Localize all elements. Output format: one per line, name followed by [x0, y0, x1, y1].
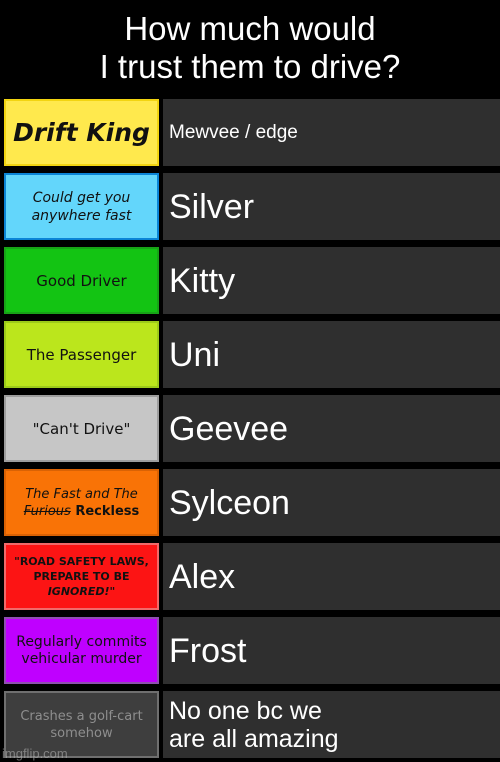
tier-row[interactable]: Could get you anywhere fast Silver — [0, 170, 500, 244]
tier-label-text: The Passenger — [26, 345, 137, 364]
tier-label-cell[interactable]: The Fast and The Furious Reckless — [0, 466, 163, 540]
tier-label-segment: " — [109, 585, 116, 598]
tier-label-box[interactable]: Drift King — [4, 99, 159, 166]
tier-label-cell[interactable]: Good Driver — [0, 244, 163, 318]
title-bar: How much would I trust them to drive? — [0, 0, 500, 96]
tier-row[interactable]: Regularly commits vehicular murder Frost — [0, 614, 500, 688]
tier-label-text: "Can't Drive" — [32, 419, 131, 438]
tier-label-box[interactable]: Could get you anywhere fast — [4, 173, 159, 240]
tier-content-text: Sylceon — [169, 483, 290, 522]
tier-content-cell[interactable]: Frost — [163, 614, 500, 688]
tier-content-box[interactable]: Mewvee / edge — [163, 99, 500, 166]
tier-content-box[interactable]: Sylceon — [163, 469, 500, 536]
tier-label-text: Could get you anywhere fast — [31, 189, 132, 224]
tier-label-box[interactable]: Regularly commits vehicular murder — [4, 617, 159, 684]
tier-label-segment: IGNORED! — [47, 585, 110, 598]
tier-label-box[interactable]: "Can't Drive" — [4, 395, 159, 462]
tier-label-text: Regularly commits vehicular murder — [16, 633, 147, 667]
tier-label-segment: Furious — [23, 503, 71, 519]
tier-label-box[interactable]: Crashes a golf-cart somehow — [4, 691, 159, 758]
tier-label-segment: Reckless — [70, 503, 140, 519]
tier-label-box[interactable]: The Passenger — [4, 321, 159, 388]
tier-label-cell[interactable]: Drift King — [0, 96, 163, 170]
tier-row[interactable]: Crashes a golf-cart somehow No one bc we … — [0, 688, 500, 762]
tier-content-box[interactable]: Silver — [163, 173, 500, 240]
tier-content-box[interactable]: Uni — [163, 321, 500, 388]
tier-label-segment: The Fast and The — [25, 486, 138, 502]
tier-content-cell[interactable]: Silver — [163, 170, 500, 244]
tier-row[interactable]: "Can't Drive" Geevee — [0, 392, 500, 466]
tier-content-text: Geevee — [169, 409, 289, 448]
tier-content-cell[interactable]: Geevee — [163, 392, 500, 466]
tier-content-text: Silver — [169, 187, 255, 226]
tier-content-cell[interactable]: Alex — [163, 540, 500, 614]
tier-label-text: "ROAD SAFETY LAWS, PREPARE TO BE IGNORED… — [11, 554, 152, 599]
tier-row[interactable]: The Fast and The Furious Reckless Sylceon — [0, 466, 500, 540]
tier-label-cell[interactable]: The Passenger — [0, 318, 163, 392]
tier-content-text: No one bc we are all amazing — [169, 696, 339, 753]
tier-content-text: Alex — [169, 557, 236, 596]
tier-row[interactable]: Drift King Mewvee / edge — [0, 96, 500, 170]
tier-content-text: Mewvee / edge — [169, 121, 298, 143]
tier-content-box[interactable]: Geevee — [163, 395, 500, 462]
tier-row[interactable]: Good Driver Kitty — [0, 244, 500, 318]
tier-content-box[interactable]: No one bc we are all amazing — [163, 691, 500, 758]
tier-content-cell[interactable]: Kitty — [163, 244, 500, 318]
tier-list-image: How much would I trust them to drive? Dr… — [0, 0, 500, 762]
tier-label-box[interactable]: "ROAD SAFETY LAWS, PREPARE TO BE IGNORED… — [4, 543, 159, 610]
tier-label-text: Crashes a golf-cart somehow — [20, 708, 143, 741]
tier-content-cell[interactable]: Mewvee / edge — [163, 96, 500, 170]
tier-label-box[interactable]: The Fast and The Furious Reckless — [4, 469, 159, 536]
tier-content-cell[interactable]: No one bc we are all amazing — [163, 688, 500, 762]
tier-row[interactable]: "ROAD SAFETY LAWS, PREPARE TO BE IGNORED… — [0, 540, 500, 614]
tier-label-box[interactable]: Good Driver — [4, 247, 159, 314]
tier-label-cell[interactable]: "Can't Drive" — [0, 392, 163, 466]
tier-label-text: Drift King — [13, 117, 150, 147]
tier-content-text: Frost — [169, 631, 247, 670]
tier-content-text: Kitty — [169, 261, 236, 300]
tier-label-segment: "ROAD SAFETY LAWS, PREPARE TO BE — [14, 555, 149, 583]
tier-label-text: Good Driver — [36, 271, 127, 290]
tier-content-cell[interactable]: Uni — [163, 318, 500, 392]
tier-label-cell[interactable]: Crashes a golf-cart somehow — [0, 688, 163, 762]
tier-rows: Drift King Mewvee / edge Could get you any… — [0, 96, 500, 762]
tier-row[interactable]: The Passenger Uni — [0, 318, 500, 392]
tier-content-cell[interactable]: Sylceon — [163, 466, 500, 540]
tier-label-text: The Fast and The Furious Reckless — [11, 486, 152, 520]
tier-label-cell[interactable]: Regularly commits vehicular murder — [0, 614, 163, 688]
tier-content-box[interactable]: Frost — [163, 617, 500, 684]
tier-label-cell[interactable]: "ROAD SAFETY LAWS, PREPARE TO BE IGNORED… — [0, 540, 163, 614]
tier-label-cell[interactable]: Could get you anywhere fast — [0, 170, 163, 244]
tier-content-box[interactable]: Alex — [163, 543, 500, 610]
tier-content-text: Uni — [169, 335, 221, 374]
tier-content-box[interactable]: Kitty — [163, 247, 500, 314]
page-title: How much would I trust them to drive? — [99, 10, 401, 85]
